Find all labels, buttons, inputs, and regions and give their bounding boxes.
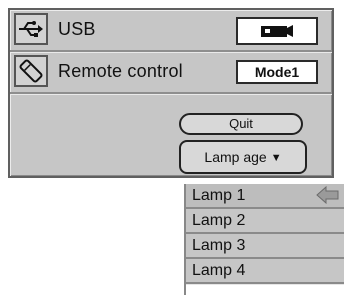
arrow-left-icon (316, 185, 340, 211)
lamp-menu-item-3[interactable]: Lamp 3 (186, 234, 344, 259)
lamp-menu-item-2[interactable]: Lamp 2 (186, 209, 344, 234)
remote-control-row[interactable]: Remote control Mode1 (10, 52, 332, 94)
usb-value-box[interactable] (236, 17, 318, 45)
camera-icon (261, 25, 293, 37)
settings-panel: USB Remote control Mode1 Quit Lamp age ▼ (8, 8, 334, 178)
lamp-menu-item-4[interactable]: Lamp 4 (186, 259, 344, 284)
lamp-age-label: Lamp age (204, 149, 267, 165)
remote-mode-value[interactable]: Mode1 (236, 60, 318, 84)
remote-icon (14, 55, 48, 87)
lamp-dropdown-menu: Lamp 1 Lamp 2 Lamp 3 Lamp 4 (184, 184, 344, 295)
lamp-menu-item-1[interactable]: Lamp 1 (186, 184, 344, 209)
remote-control-label: Remote control (58, 61, 183, 81)
usb-icon (14, 13, 48, 45)
quit-button[interactable]: Quit (179, 113, 303, 135)
chevron-down-icon: ▼ (270, 152, 282, 164)
usb-label: USB (58, 19, 96, 39)
lamp-age-button[interactable]: Lamp age ▼ (179, 140, 307, 174)
usb-row[interactable]: USB (10, 10, 332, 52)
